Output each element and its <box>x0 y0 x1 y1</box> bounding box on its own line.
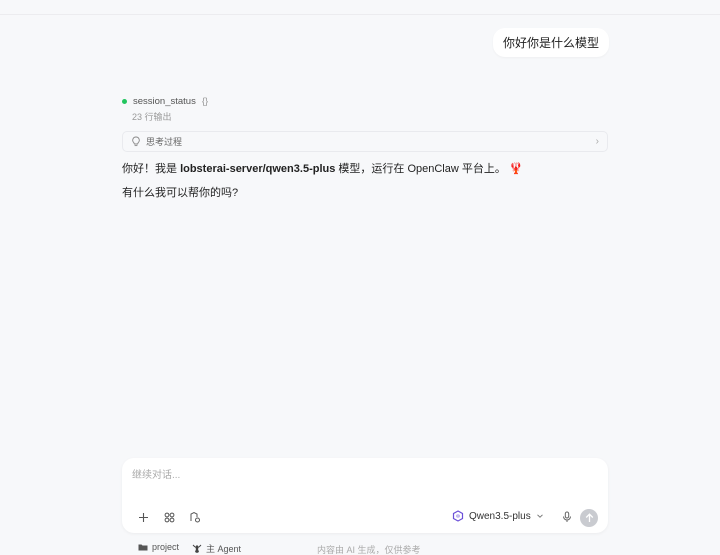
message-composer: Qwen3.5-plus <box>122 458 608 533</box>
chevron-down-icon <box>536 514 543 518</box>
tool-call-block[interactable]: session_status {} 23 行输出 <box>122 96 208 123</box>
ai-disclaimer: 内容由 AI 生成，仅供参考 <box>317 545 421 555</box>
message-input[interactable] <box>132 464 592 486</box>
apps-icon[interactable] <box>162 510 176 524</box>
model-name: Qwen3.5-plus <box>469 510 531 522</box>
chevron-right-icon: › <box>595 136 599 147</box>
lobster-icon <box>192 544 202 553</box>
skills-icon[interactable] <box>188 510 202 524</box>
model-selector[interactable]: Qwen3.5-plus <box>452 510 544 522</box>
assistant-line-2: 有什么我可以帮你的吗? <box>122 187 239 199</box>
tool-status-dot <box>122 99 127 104</box>
plus-icon[interactable] <box>136 510 150 524</box>
agent-label: 主 Agent <box>206 544 242 554</box>
thinking-process-toggle[interactable]: 思考过程 › <box>122 131 608 152</box>
footer-bar: project 主 Agent 内容由 AI 生成，仅供参考 <box>0 540 720 555</box>
tool-name: session_status <box>133 96 196 107</box>
model-name-bold: lobsterai-server/qwen3.5-plus <box>180 163 336 175</box>
project-label: project <box>152 542 180 552</box>
user-message-bubble: 你好你是什么模型 <box>492 28 609 57</box>
arrow-up-icon <box>585 513 593 522</box>
tool-params: {} <box>201 96 209 107</box>
folder-icon <box>138 544 148 551</box>
lobster-emoji-icon: 🦞 <box>508 163 523 175</box>
microphone-icon[interactable] <box>560 510 574 524</box>
assistant-line-1: 你好！我是 lobsterai-server/qwen3.5-plus 模型，运… <box>122 161 523 177</box>
agent-selector[interactable]: 主 Agent <box>192 542 241 555</box>
thinking-label: 思考过程 <box>146 137 183 147</box>
tool-output-summary: 23 行输出 <box>132 112 172 122</box>
assistant-text-suffix: 模型，运行在 OpenClaw 平台上。 <box>335 163 506 175</box>
header-divider <box>0 14 720 15</box>
assistant-text-prefix: 你好！我是 <box>122 163 181 175</box>
lightbulb-icon <box>132 136 140 146</box>
assistant-message: 你好！我是 lobsterai-server/qwen3.5-plus 模型，运… <box>122 161 523 209</box>
send-button[interactable] <box>580 509 598 527</box>
project-selector[interactable]: project <box>138 542 179 552</box>
qwen-logo-icon <box>452 510 464 522</box>
